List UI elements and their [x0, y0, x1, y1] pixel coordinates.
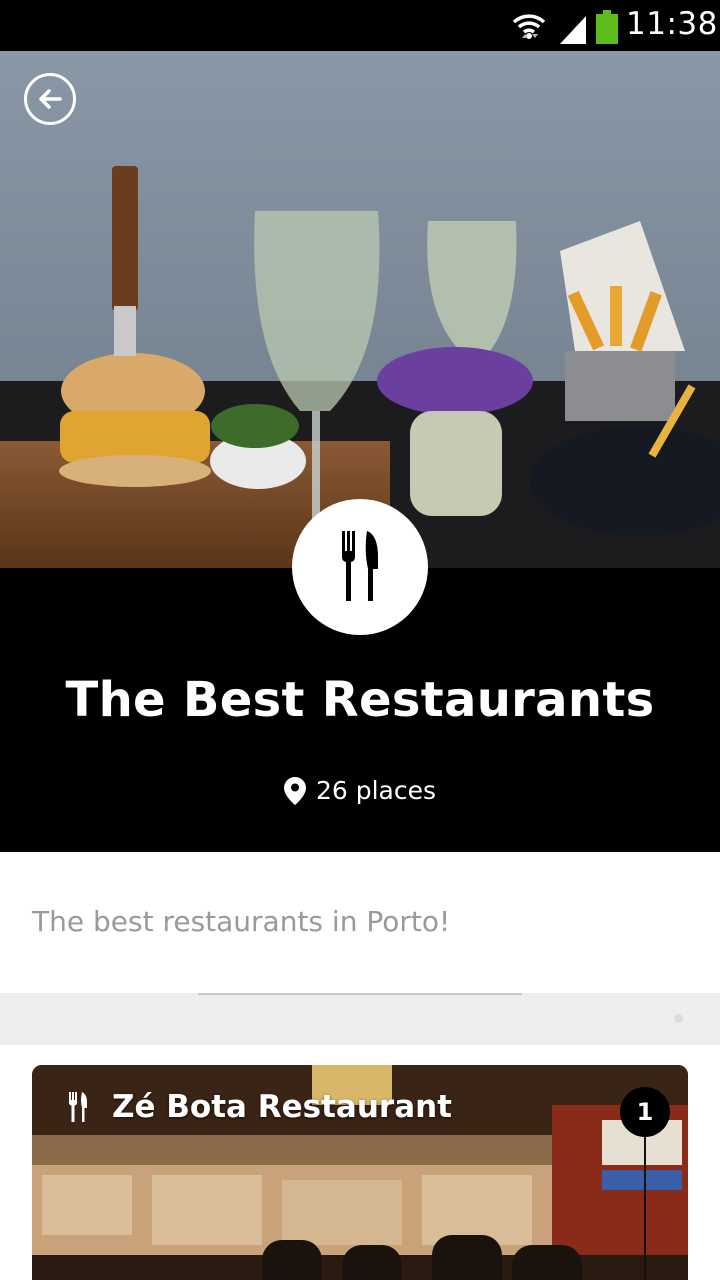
status-bar: 11:38: [0, 0, 720, 51]
cutlery-icon: [69, 1092, 87, 1122]
category-badge: [292, 499, 428, 635]
battery-icon: [596, 10, 618, 44]
places-count: 26 places: [315, 776, 437, 805]
place-name: Zé Bota Restaurant: [112, 1089, 453, 1125]
location-pin-icon: [283, 776, 306, 805]
hero-image: [0, 51, 720, 568]
signal-icon: [560, 16, 586, 44]
back-arrow-icon: [39, 89, 62, 109]
back-button[interactable]: [24, 73, 76, 125]
place-number-badge: 1: [620, 1087, 670, 1137]
wifi-icon: [512, 14, 546, 39]
divider-area: [0, 993, 720, 1045]
number-connector-line: [644, 1137, 646, 1280]
hero-photo: [0, 51, 720, 568]
places-count-row: 26 places: [0, 776, 720, 805]
divider-line: [198, 993, 522, 995]
status-time: 11:38: [626, 6, 718, 42]
list-description: The best restaurants in Porto!: [32, 905, 451, 938]
place-card[interactable]: Zé Bota Restaurant 1: [32, 1065, 688, 1280]
page-title: The Best Restaurants: [65, 672, 655, 728]
page-indicator-dot: [674, 1014, 683, 1023]
cutlery-icon: [342, 531, 378, 601]
